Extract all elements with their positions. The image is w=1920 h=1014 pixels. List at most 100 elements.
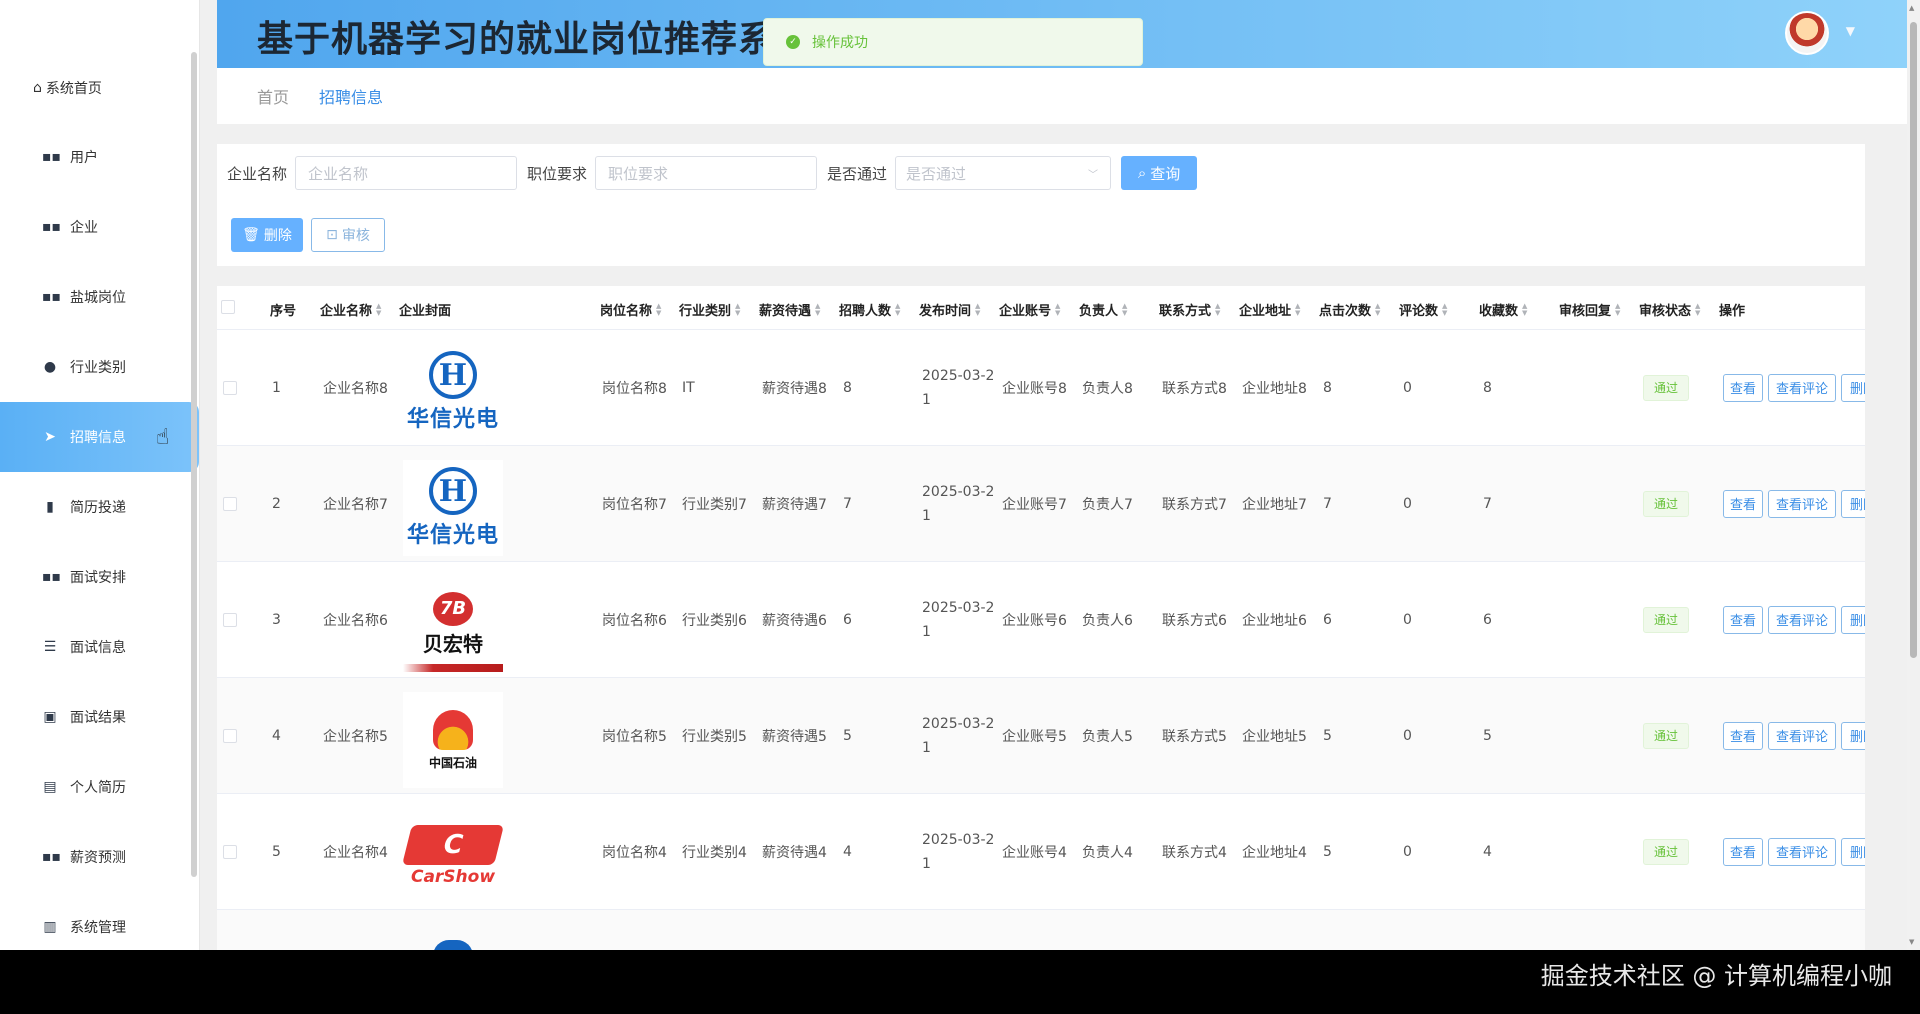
col-date[interactable]: 发布时间 ▲ ▼	[919, 300, 980, 319]
sort-icon[interactable]: ▲ ▼	[1442, 302, 1447, 317]
sort-icon[interactable]: ▲ ▼	[975, 302, 980, 317]
sort-icon[interactable]: ▲ ▼	[1122, 302, 1127, 317]
nav-home-label: 系统首页	[45, 81, 102, 97]
cell-clicks: 5	[1323, 843, 1332, 860]
bulb-icon: ●	[43, 359, 57, 375]
query-button[interactable]: ⌕ 查询	[1121, 156, 1198, 190]
col-contact[interactable]: 联系方式 ▲ ▼	[1159, 300, 1220, 319]
view-button[interactable]: 查看	[1723, 373, 1763, 402]
view-button[interactable]: 查看	[1723, 605, 1763, 634]
sort-icon[interactable]: ▲ ▼	[1522, 302, 1527, 317]
delete-row-button[interactable]: 删除	[1841, 489, 1865, 518]
sidebar-item-salary-prediction[interactable]: ▪▪ 薪资预测	[0, 822, 200, 892]
col-address[interactable]: 企业地址 ▲ ▼	[1239, 300, 1300, 319]
row-checkbox[interactable]	[223, 844, 237, 859]
col-comments[interactable]: 评论数 ▲ ▼	[1399, 300, 1447, 319]
col-audit-reply[interactable]: 审核回复 ▲ ▼	[1559, 300, 1620, 319]
sidebar-item-label: 行业类别	[70, 360, 126, 376]
col-audit-status[interactable]: 审核状态 ▲ ▼	[1639, 300, 1700, 319]
cell-favorites: 4	[1483, 843, 1492, 860]
sort-icon[interactable]: ▲ ▼	[1695, 302, 1700, 317]
sidebar-item-label: 面试结果	[70, 710, 126, 726]
sort-icon[interactable]: ▲ ▼	[815, 302, 820, 317]
delete-row-button[interactable]: 删除	[1841, 373, 1865, 402]
sort-icon[interactable]: ▲ ▼	[1215, 302, 1220, 317]
delete-row-button[interactable]: 删除	[1841, 605, 1865, 634]
pass-select[interactable]: 是否通过 ﹀	[895, 156, 1112, 190]
col-account[interactable]: 企业账号 ▲ ▼	[999, 300, 1060, 319]
company-logo-partial	[433, 940, 473, 950]
cell-index: 2	[272, 495, 281, 512]
sidebar-item-interview-info[interactable]: ☰ 面试信息	[0, 612, 200, 682]
sort-icon[interactable]: ▲ ▼	[735, 302, 740, 317]
col-favorites[interactable]: 收藏数 ▲ ▼	[1479, 300, 1527, 319]
sidebar-item-label: 招聘信息	[70, 430, 126, 446]
scroll-down-icon[interactable]: ▼	[1909, 938, 1914, 946]
company-input[interactable]: 企业名称	[295, 156, 518, 190]
view-comments-button[interactable]: 查看评论	[1768, 721, 1836, 750]
logo-letter: C	[402, 825, 504, 865]
view-comments-button[interactable]: 查看评论	[1768, 489, 1836, 518]
recruitment-table: 序号 企业名称 ▲ ▼ 企业封面 岗位名称 ▲ ▼ 行业类别 ▲ ▼ 薪资待遇 ▲ ▼ 招聘人数…	[217, 286, 1865, 950]
view-button[interactable]: 查看	[1723, 489, 1763, 518]
sidebar-item-yancheng-jobs[interactable]: ▪▪ 盐城岗位	[0, 262, 200, 332]
sort-icon[interactable]: ▲ ▼	[656, 302, 661, 317]
sort-icon[interactable]: ▲ ▼	[1055, 302, 1060, 317]
col-industry[interactable]: 行业类别 ▲ ▼	[679, 300, 740, 319]
sidebar-item-interview-schedule[interactable]: ▪▪ 面试安排	[0, 542, 200, 612]
delete-button[interactable]: 🗑 删除	[231, 218, 303, 252]
sidebar-item-personal-resume[interactable]: ▤ 个人简历	[0, 752, 200, 822]
col-clicks[interactable]: 点击次数 ▲ ▼	[1319, 300, 1380, 319]
logo-text: 华信光电	[406, 407, 499, 432]
sort-icon[interactable]: ▲ ▼	[895, 302, 900, 317]
sidebar-item-resume-delivery[interactable]: ▮ 简历投递	[0, 472, 200, 542]
sidebar-item-users[interactable]: ▪▪ 用户	[0, 122, 200, 192]
view-comments-button[interactable]: 查看评论	[1768, 837, 1836, 866]
nav-list: ▪▪ 用户 ▪▪ 企业 ▪▪ 盐城岗位 ● 行业类别 ➤ 招聘信息 ▮ 简历投递 ▪▪ 面试安…	[0, 122, 200, 962]
sort-icon[interactable]: ▲ ▼	[376, 302, 381, 317]
table-row: 3 企业名称6 7B 贝宏特 岗位名称6 行业类别6 薪资待遇6 6 2025-0…	[217, 562, 1865, 678]
scroll-up-icon[interactable]: ▲	[1909, 4, 1914, 12]
delete-row-button[interactable]: 删除	[1841, 837, 1865, 866]
sidebar-item-enterprise[interactable]: ▪▪ 企业	[0, 192, 200, 262]
cell-favorites: 8	[1483, 379, 1492, 396]
select-all-checkbox[interactable]	[221, 300, 235, 314]
view-comments-button[interactable]: 查看评论	[1768, 373, 1836, 402]
pass-label: 是否通过	[827, 164, 888, 183]
sort-icon[interactable]: ▲ ▼	[1615, 302, 1620, 317]
sidebar-item-label: 个人简历	[70, 780, 126, 796]
cell-comments: 0	[1403, 727, 1412, 744]
caret-down-icon[interactable]: ▼	[1846, 24, 1855, 38]
page-scrollbar[interactable]: ▲ ▼	[1907, 0, 1920, 950]
bar-chart-icon: ▮	[46, 499, 54, 515]
audit-button[interactable]: ⊡ 审核	[311, 218, 385, 252]
view-comments-button[interactable]: 查看评论	[1768, 605, 1836, 634]
cell-index: 4	[272, 727, 281, 744]
row-checkbox[interactable]	[223, 612, 237, 627]
nav-home[interactable]: ⌂ 系统首页	[33, 78, 102, 98]
sort-icon[interactable]: ▲ ▼	[1295, 302, 1300, 317]
sidebar-item-industry[interactable]: ● 行业类别	[0, 332, 200, 402]
breadcrumb-home[interactable]: 首页	[257, 84, 289, 108]
sort-icon[interactable]: ▲ ▼	[1375, 302, 1380, 317]
delete-row-button[interactable]: 删除	[1841, 721, 1865, 750]
scroll-thumb[interactable]	[1910, 22, 1917, 658]
col-salary[interactable]: 薪资待遇 ▲ ▼	[759, 300, 820, 319]
col-job[interactable]: 岗位名称 ▲ ▼	[600, 300, 661, 319]
sidebar-item-label: 系统管理	[70, 920, 126, 936]
status-badge: 通过	[1643, 722, 1690, 749]
row-checkbox[interactable]	[223, 496, 237, 511]
job-input[interactable]: 职位要求	[595, 156, 818, 190]
col-manager[interactable]: 负责人 ▲ ▼	[1079, 300, 1127, 319]
row-checkbox[interactable]	[223, 728, 237, 743]
col-count[interactable]: 招聘人数 ▲ ▼	[839, 300, 900, 319]
row-checkbox[interactable]	[223, 380, 237, 395]
status-badge: 通过	[1643, 606, 1690, 633]
user-avatar[interactable]	[1785, 11, 1829, 55]
sidebar-scrollbar[interactable]	[191, 52, 197, 877]
sidebar-item-interview-result[interactable]: ▣ 面试结果	[0, 682, 200, 752]
col-company[interactable]: 企业名称 ▲ ▼	[320, 300, 381, 319]
sidebar: ⌂ 系统首页 ▪▪ 用户 ▪▪ 企业 ▪▪ 盐城岗位 ● 行业类别 ➤ 招聘信息 ▮ 简历投…	[0, 0, 200, 950]
view-button[interactable]: 查看	[1723, 837, 1763, 866]
view-button[interactable]: 查看	[1723, 721, 1763, 750]
